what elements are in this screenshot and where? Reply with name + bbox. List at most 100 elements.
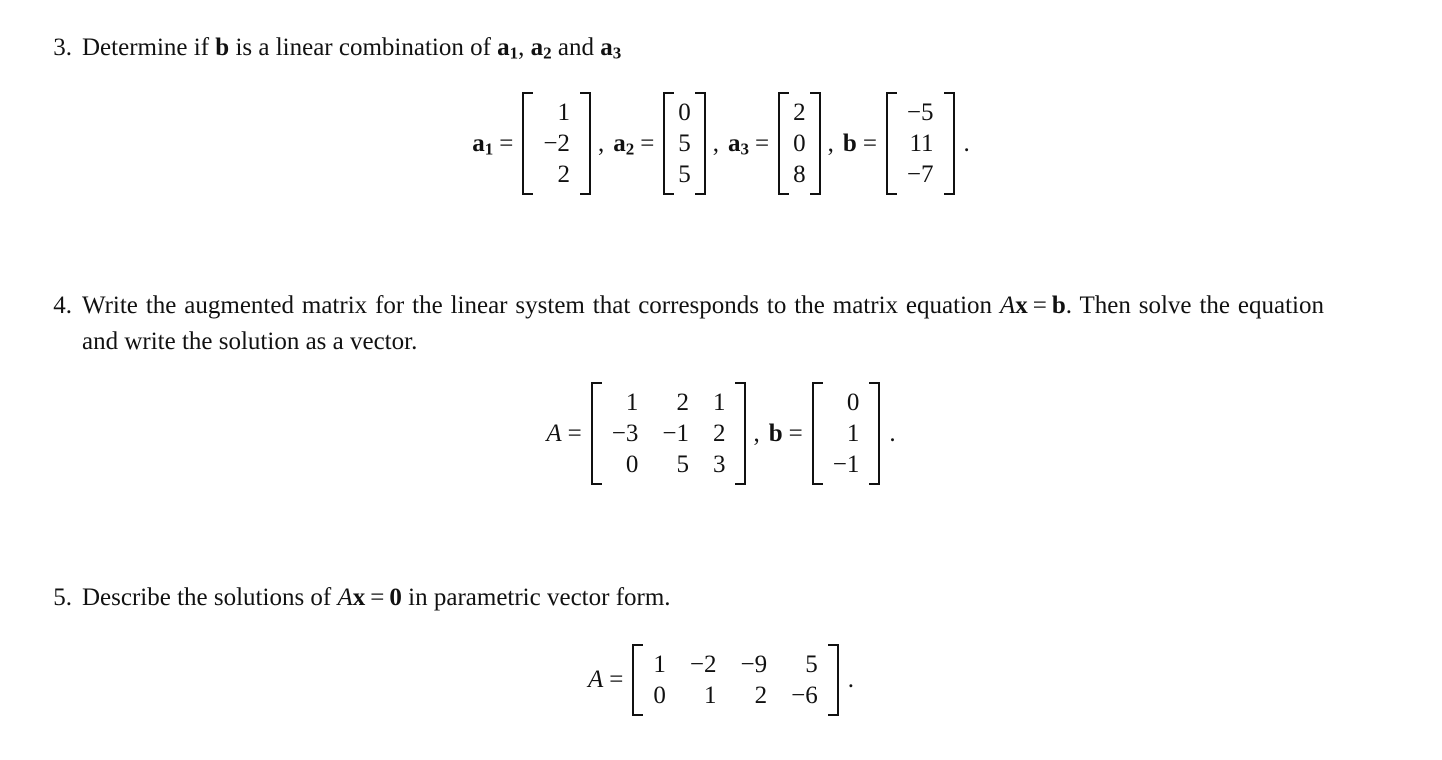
- problem-5-display-math: A = 1 −2 −9 5 0 1 2 −6 .: [0, 644, 1442, 716]
- display5-matrix-A: 1 −2 −9 5 0 1 2 −6: [632, 644, 840, 716]
- matrix-row: 0 5 3: [600, 449, 738, 480]
- problem-3-vector-list: a1 = 1 −2 2 , a2 = 0 5 5 , a3 = 2 0 8 , …: [472, 92, 970, 195]
- display3-equals-a2: =: [640, 129, 655, 157]
- matrix-cell: 1: [846, 420, 860, 447]
- display3-label-a3: a3: [728, 129, 750, 159]
- display4-equals-b: =: [788, 419, 803, 447]
- display3-matrix-b: −5 11 −7: [885, 92, 955, 195]
- problem-4-matrix-row: A = 1 2 1 −3 −1 2 0 5 3 , b = 0 1 −1 .: [546, 382, 896, 485]
- matrix-row: 0 1 2 −6: [641, 680, 829, 711]
- display3-comma-3: ,: [827, 129, 834, 157]
- display5-label-A: A: [588, 666, 604, 693]
- problem-3-sep-2: and: [551, 34, 601, 61]
- problem-3-vector-a2: a2: [530, 34, 552, 63]
- problem-5-text-2: in parametric vector form.: [401, 584, 671, 611]
- matrix-cell: −9: [740, 651, 768, 678]
- problem-5-equals: =: [370, 584, 385, 611]
- display4-matrix-A: 1 2 1 −3 −1 2 0 5 3: [590, 382, 747, 485]
- problem-3: 3. Determine if b is a linear combinatio…: [0, 30, 1442, 66]
- display3-comma-1: ,: [597, 129, 605, 157]
- matrix-row: 1 2 1: [600, 387, 738, 418]
- display3-label-a2: a2: [613, 129, 635, 159]
- problem-4-heading: 4. Write the augmented matrix for the li…: [0, 288, 1442, 360]
- matrix-cell: 5: [805, 651, 818, 678]
- display4-label-A: A: [546, 419, 562, 447]
- problem-5-zero-vector: 0: [389, 584, 402, 611]
- display3-equals-b: =: [862, 129, 877, 157]
- matrix-cell: 0: [653, 682, 666, 709]
- problem-3-text-1: Determine if: [82, 34, 216, 61]
- problem-5-heading: 5. Describe the solutions of Ax = 0 in par…: [0, 580, 1442, 616]
- problem-4: 4. Write the augmented matrix for the li…: [0, 288, 1442, 360]
- problem-3-display-math: a1 = 1 −2 2 , a2 = 0 5 5 , a3 = 2 0 8 , …: [0, 92, 1442, 195]
- display3-matrix-a3: 2 0 8: [778, 92, 821, 195]
- matrix-cell: −7: [906, 161, 934, 188]
- matrix-cell: 1: [557, 99, 570, 126]
- problem-5: 5. Describe the solutions of Ax = 0 in par…: [0, 580, 1442, 616]
- matrix-cell: 1: [704, 682, 717, 709]
- problem-3-vector-b: b: [215, 34, 230, 61]
- problem-5-number: 5.: [53, 584, 72, 611]
- matrix-cell: 5: [678, 130, 691, 157]
- display4-period: .: [889, 419, 896, 447]
- matrix-cell: −2: [543, 130, 570, 157]
- matrix-cell: 5: [676, 451, 689, 478]
- display3-matrix-a2: 0 5 5: [663, 92, 706, 195]
- matrix-cell: −1: [832, 451, 860, 478]
- problem-5-vector-x: x: [352, 584, 366, 611]
- matrix-cell: 1: [653, 651, 666, 678]
- matrix-cell: 2: [754, 682, 768, 709]
- problem-3-sep-1: ,: [518, 34, 531, 61]
- matrix-cell: 1: [712, 389, 726, 416]
- matrix-cell: 11: [909, 130, 934, 157]
- display3-label-a1: a1: [472, 129, 494, 159]
- problem-3-vector-a1: a1: [497, 34, 519, 63]
- problem-4-number: 4.: [53, 292, 72, 319]
- problem-4-equals: =: [1032, 292, 1047, 319]
- matrix-cell: 1: [625, 389, 639, 416]
- problem-4-matrix-A: A: [999, 292, 1016, 319]
- matrix-cell: −1: [662, 420, 689, 447]
- matrix-cell: 3: [712, 451, 726, 478]
- display4-label-b: b: [768, 419, 783, 447]
- problem-4-text-1: Write the augmented matrix for the linea…: [82, 292, 1000, 319]
- problem-4-period: .: [1065, 292, 1072, 319]
- problem-5-matrix-A: A: [337, 584, 353, 611]
- display4-matrix-b: 0 1 −1: [811, 382, 881, 485]
- display3-label-b: b: [842, 129, 857, 157]
- display4-comma: ,: [753, 419, 760, 447]
- display4-equals-A: =: [567, 419, 582, 447]
- problem-3-number: 3.: [53, 34, 72, 61]
- display5-period: .: [847, 666, 854, 693]
- matrix-cell: 5: [678, 161, 691, 188]
- problem-4-display-math: A = 1 2 1 −3 −1 2 0 5 3 , b = 0 1 −1 .: [0, 382, 1442, 485]
- matrix-cell: 2: [676, 389, 689, 416]
- matrix-cell: 0: [793, 130, 806, 157]
- worksheet-page: 3. Determine if b is a linear combinatio…: [0, 0, 1442, 760]
- problem-3-statement: Determine if b is a linear combination o…: [72, 30, 1442, 66]
- display3-matrix-a1: 1 −2 2: [522, 92, 591, 195]
- matrix-cell: −2: [689, 651, 717, 678]
- display3-comma-2: ,: [712, 129, 720, 157]
- display5-equals: =: [609, 666, 624, 693]
- problem-5-text-1: Describe the solutions of: [82, 584, 338, 611]
- problem-4-vector-b: b: [1051, 292, 1066, 319]
- problem-5-statement: Describe the solutions of Ax = 0 in parame…: [72, 580, 1442, 616]
- problem-5-matrix-row: A = 1 −2 −9 5 0 1 2 −6 .: [588, 644, 854, 716]
- matrix-cell: 0: [678, 99, 691, 126]
- matrix-cell: 8: [793, 161, 806, 188]
- display3-equals-a3: =: [755, 129, 770, 157]
- matrix-cell: 2: [793, 99, 806, 126]
- matrix-cell: 2: [712, 420, 726, 447]
- matrix-cell: 0: [846, 389, 860, 416]
- problem-3-text-2: is a linear combination of: [229, 34, 498, 61]
- problem-3-heading: 3. Determine if b is a linear combinatio…: [0, 30, 1442, 66]
- matrix-row: 1 −2 −9 5: [641, 649, 829, 680]
- problem-4-vector-x: x: [1015, 292, 1028, 319]
- display3-equals-a1: =: [499, 129, 514, 157]
- matrix-cell: 0: [625, 451, 639, 478]
- matrix-cell: −3: [611, 420, 639, 447]
- matrix-cell: −5: [906, 99, 934, 126]
- display3-period: .: [963, 129, 970, 157]
- matrix-cell: −6: [791, 682, 818, 709]
